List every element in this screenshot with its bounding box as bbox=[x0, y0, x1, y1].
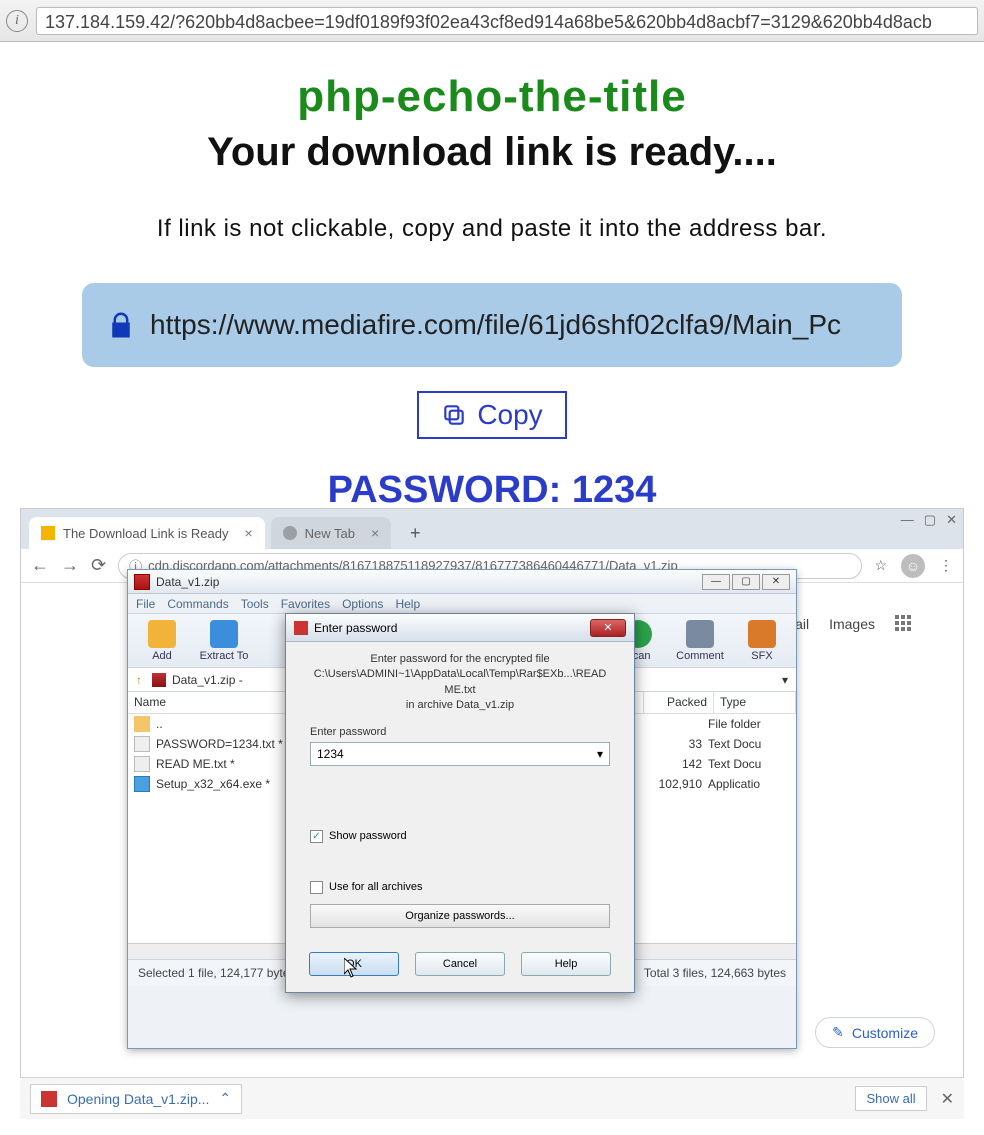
title-green: php-echo-the-title bbox=[60, 72, 924, 122]
copy-button[interactable]: Copy bbox=[417, 391, 566, 439]
tab-download-link[interactable]: The Download Link is Ready × bbox=[29, 517, 265, 549]
customize-button[interactable]: ✎ Customize bbox=[815, 1017, 935, 1048]
col-packed[interactable]: Packed bbox=[644, 692, 714, 713]
subtitle-text: If link is not clickable, copy and paste… bbox=[60, 215, 924, 243]
download-link-box: https://www.mediafire.com/file/61jd6shf0… bbox=[82, 283, 902, 367]
title-black: Your download link is ready.... bbox=[60, 130, 924, 175]
dropdown-icon[interactable]: ▾ bbox=[782, 673, 788, 687]
embedded-browser: — ▢ ✕ The Download Link is Ready × New T… bbox=[20, 508, 964, 1119]
globe-icon bbox=[283, 526, 297, 540]
new-tab-button[interactable]: + bbox=[401, 519, 429, 547]
chevron-up-icon[interactable]: ⌃ bbox=[219, 1090, 231, 1107]
toolbar-extract-to[interactable]: Extract To bbox=[196, 616, 252, 666]
download-bar: Opening Data_v1.zip... ⌃ Show all ✕ bbox=[20, 1077, 964, 1119]
password-dialog: Enter password ✕ Enter password for the … bbox=[285, 613, 635, 993]
lock-icon bbox=[106, 310, 136, 340]
toolbar-comment[interactable]: Comment bbox=[672, 616, 728, 666]
winrar-menubar: File Commands Tools Favorites Options He… bbox=[128, 594, 796, 614]
dialog-close-button[interactable]: ✕ bbox=[590, 619, 626, 637]
kebab-menu-icon[interactable]: ⋮ bbox=[939, 557, 953, 574]
password-input[interactable]: 1234 ▾ bbox=[310, 742, 610, 766]
download-chip[interactable]: Opening Data_v1.zip... ⌃ bbox=[30, 1084, 242, 1114]
menu-options[interactable]: Options bbox=[342, 597, 383, 611]
menu-help[interactable]: Help bbox=[395, 597, 420, 611]
forward-button[interactable]: → bbox=[61, 555, 79, 576]
copy-button-label: Copy bbox=[477, 399, 542, 431]
browser-window-controls: — ▢ ✕ bbox=[901, 512, 957, 528]
back-button[interactable]: ← bbox=[31, 555, 49, 576]
menu-commands[interactable]: Commands bbox=[167, 597, 228, 611]
dialog-message: Enter password for the encrypted file C:… bbox=[286, 642, 634, 720]
close-icon[interactable]: ✕ bbox=[946, 512, 957, 528]
minimize-icon[interactable]: — bbox=[901, 512, 914, 528]
tab-label: New Tab bbox=[305, 526, 355, 541]
outer-url-text[interactable]: 137.184.159.42/?620bb4d8acbee=19df0189f9… bbox=[36, 7, 978, 35]
password-value: 1234 bbox=[317, 747, 344, 761]
use-for-all-checkbox[interactable]: Use for all archives bbox=[286, 873, 634, 894]
checkbox-icon bbox=[310, 881, 323, 894]
archive-icon bbox=[152, 673, 166, 687]
dropdown-icon[interactable]: ▾ bbox=[597, 747, 603, 761]
status-left: Selected 1 file, 124,177 bytes bbox=[138, 966, 295, 980]
toolbar-sfx[interactable]: SFX bbox=[734, 616, 790, 666]
status-right: Total 3 files, 124,663 bytes bbox=[644, 966, 786, 980]
apps-grid-icon[interactable] bbox=[895, 615, 913, 633]
tab-close-icon[interactable]: × bbox=[244, 525, 252, 541]
password-text: PASSWORD: 1234 bbox=[60, 469, 924, 512]
winrar-app-icon bbox=[134, 574, 150, 590]
pencil-icon: ✎ bbox=[832, 1024, 844, 1041]
outer-address-bar: i 137.184.159.42/?620bb4d8acbee=19df0189… bbox=[0, 0, 984, 42]
download-chip-label: Opening Data_v1.zip... bbox=[67, 1091, 209, 1107]
maximize-icon[interactable]: ▢ bbox=[924, 512, 936, 528]
tab-bar: The Download Link is Ready × New Tab × + bbox=[21, 509, 963, 549]
download-url-text[interactable]: https://www.mediafire.com/file/61jd6shf0… bbox=[150, 309, 841, 341]
folder-icon bbox=[134, 716, 150, 732]
winrar-title-text: Data_v1.zip bbox=[156, 575, 219, 589]
minimize-icon[interactable]: — bbox=[702, 574, 730, 590]
bookmark-star-icon[interactable]: ☆ bbox=[874, 557, 887, 574]
winrar-titlebar[interactable]: Data_v1.zip — ▢ ✕ bbox=[128, 570, 796, 594]
tab-close-icon[interactable]: × bbox=[371, 525, 379, 541]
copy-icon bbox=[441, 402, 467, 428]
text-file-icon bbox=[134, 736, 150, 752]
toolbar-add[interactable]: Add bbox=[134, 616, 190, 666]
close-icon[interactable]: ✕ bbox=[762, 574, 790, 590]
show-password-checkbox[interactable]: ✓ Show password bbox=[286, 822, 634, 843]
menu-tools[interactable]: Tools bbox=[241, 597, 269, 611]
checkbox-icon: ✓ bbox=[310, 830, 323, 843]
mouse-cursor-icon bbox=[344, 958, 360, 978]
site-info-icon[interactable]: i bbox=[6, 10, 28, 32]
organize-passwords-button[interactable]: Organize passwords... bbox=[310, 904, 610, 928]
show-all-button[interactable]: Show all bbox=[855, 1086, 926, 1111]
dialog-title-text: Enter password bbox=[314, 621, 397, 635]
tab-new-tab[interactable]: New Tab × bbox=[271, 517, 392, 549]
tab-label: The Download Link is Ready bbox=[63, 526, 228, 541]
menu-favorites[interactable]: Favorites bbox=[281, 597, 330, 611]
col-type[interactable]: Type bbox=[714, 692, 796, 713]
cancel-button[interactable]: Cancel bbox=[415, 952, 505, 976]
profile-avatar[interactable]: ☺ bbox=[901, 554, 925, 578]
images-link[interactable]: Images bbox=[829, 616, 875, 632]
ok-button[interactable]: OK bbox=[309, 952, 399, 976]
dialog-app-icon bbox=[294, 621, 308, 635]
menu-file[interactable]: File bbox=[136, 597, 155, 611]
text-file-icon bbox=[134, 756, 150, 772]
download-page-panel: php-echo-the-title Your download link is… bbox=[20, 42, 964, 548]
favicon-icon bbox=[41, 526, 55, 540]
dialog-titlebar[interactable]: Enter password ✕ bbox=[286, 614, 634, 642]
exe-file-icon bbox=[134, 776, 150, 792]
up-arrow-icon[interactable]: ↑ bbox=[136, 673, 142, 687]
maximize-icon[interactable]: ▢ bbox=[732, 574, 760, 590]
close-bar-icon[interactable]: ✕ bbox=[941, 1089, 954, 1109]
reload-button[interactable]: ⟳ bbox=[91, 555, 106, 576]
help-button[interactable]: Help bbox=[521, 952, 611, 976]
path-text: Data_v1.zip - bbox=[172, 673, 243, 687]
password-field-label: Enter password bbox=[310, 726, 610, 738]
archive-icon bbox=[41, 1091, 57, 1107]
